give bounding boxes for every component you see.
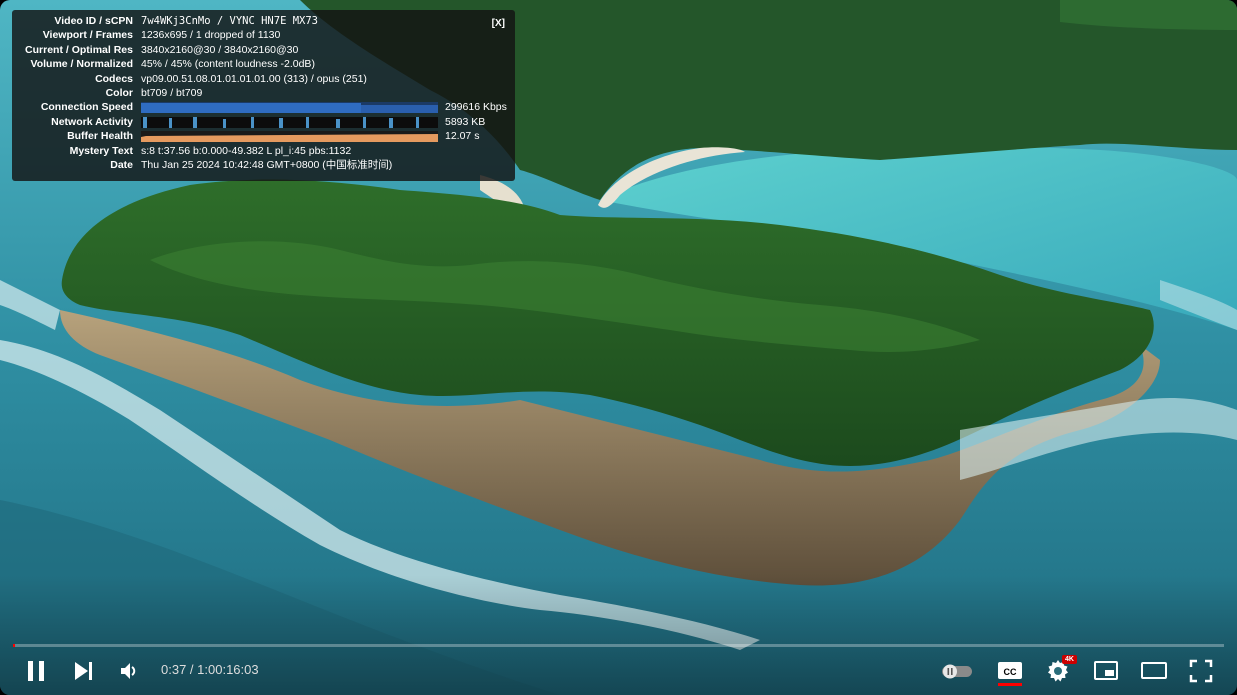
stats-row-video-id: Video ID / sCPN 7w4WKj3CnMo / VYNC HN7E …: [12, 14, 515, 28]
stats-value: 3840x2160@30 / 3840x2160@30: [141, 43, 299, 56]
pause-icon: [28, 661, 44, 681]
theater-mode-icon: [1141, 662, 1167, 679]
stats-value: 12.07 s: [445, 130, 480, 143]
theater-mode-button[interactable]: [1140, 660, 1168, 682]
skip-next-icon: [75, 662, 92, 680]
stats-label: Buffer Health: [67, 130, 133, 143]
stats-value: 5893 KB: [445, 115, 486, 128]
stats-label: Date: [110, 158, 133, 171]
stats-for-nerds-panel: [X] Video ID / sCPN 7w4WKj3CnMo / VYNC H…: [12, 10, 515, 181]
stats-label: Network Activity: [51, 115, 133, 128]
stats-value: 45% / 45% (content loudness -2.0dB): [141, 58, 315, 71]
duration: 1:00:16:03: [197, 662, 259, 677]
stats-label: Mystery Text: [69, 144, 133, 157]
buffer-health-graph: [141, 131, 438, 143]
stats-label: Volume / Normalized: [30, 58, 134, 71]
miniplayer-button[interactable]: [1093, 659, 1119, 683]
stats-row-resolution: Current / Optimal Res 3840x2160@30 / 384…: [12, 43, 515, 57]
network-activity-graph: [141, 116, 438, 128]
stats-value: 1236x695 / 1 dropped of 1130: [141, 29, 281, 42]
quality-badge: 4K: [1062, 655, 1077, 664]
stats-row-viewport: Viewport / Frames 1236x695 / 1 dropped o…: [12, 28, 515, 42]
stats-label: Color: [105, 86, 133, 99]
stats-row-network-activity: Network Activity 5893 KB: [12, 115, 515, 129]
stats-row-buffer-health: Buffer Health 12.07 s: [12, 129, 515, 143]
stats-label: Connection Speed: [40, 101, 133, 114]
stats-label: Viewport / Frames: [42, 29, 133, 42]
volume-icon: [121, 663, 136, 679]
stats-row-connection-speed: Connection Speed 299616 Kbps: [12, 100, 515, 114]
stats-value: Thu Jan 25 2024 10:42:48 GMT+0800 (中国标准时…: [141, 158, 393, 171]
cc-icon: CC: [998, 662, 1022, 686]
miniplayer-icon: [1094, 661, 1118, 680]
time-display: 0:37 / 1:00:16:03: [161, 662, 259, 677]
autoplay-toggle-icon: [942, 664, 972, 679]
stats-label: Video ID / sCPN: [54, 15, 133, 27]
current-time: 0:37: [161, 662, 187, 677]
stats-row-mystery-text: Mystery Text s:8 t:37.56 b:0.000-49.382 …: [12, 144, 515, 158]
autoplay-toggle[interactable]: [940, 662, 974, 680]
next-button[interactable]: [72, 659, 96, 683]
stats-value: bt709 / bt709: [141, 86, 203, 99]
volume-button[interactable]: [118, 660, 140, 682]
stats-value: 7w4WKj3CnMo / VYNC HN7E MX73: [141, 15, 319, 27]
svg-text:CC: CC: [1004, 667, 1017, 677]
fullscreen-icon: [1189, 659, 1213, 683]
subtitles-button[interactable]: CC: [997, 659, 1023, 687]
stats-row-color: Color bt709 / bt709: [12, 86, 515, 100]
pause-button[interactable]: [24, 658, 50, 684]
video-player[interactable]: [X] Video ID / sCPN 7w4WKj3CnMo / VYNC H…: [0, 0, 1237, 695]
stats-row-date: Date Thu Jan 25 2024 10:42:48 GMT+0800 (…: [12, 158, 515, 172]
progress-bar[interactable]: [13, 644, 1224, 647]
stats-value: 299616 Kbps: [445, 101, 507, 114]
stats-value: vp09.00.51.08.01.01.01.01.00 (313) / opu…: [141, 72, 367, 85]
progress-bar-played: [13, 644, 15, 647]
stats-value: s:8 t:37.56 b:0.000-49.382 L pl_i:45 pbs…: [141, 144, 352, 157]
settings-button[interactable]: 4K: [1046, 655, 1078, 685]
fullscreen-button[interactable]: [1189, 659, 1213, 683]
stats-label: Codecs: [95, 72, 133, 85]
stats-row-volume: Volume / Normalized 45% / 45% (content l…: [12, 57, 515, 71]
connection-speed-graph: [141, 102, 438, 114]
stats-row-codecs: Codecs vp09.00.51.08.01.01.01.01.00 (313…: [12, 72, 515, 86]
time-separator: /: [186, 662, 198, 677]
stats-label: Current / Optimal Res: [25, 43, 133, 56]
